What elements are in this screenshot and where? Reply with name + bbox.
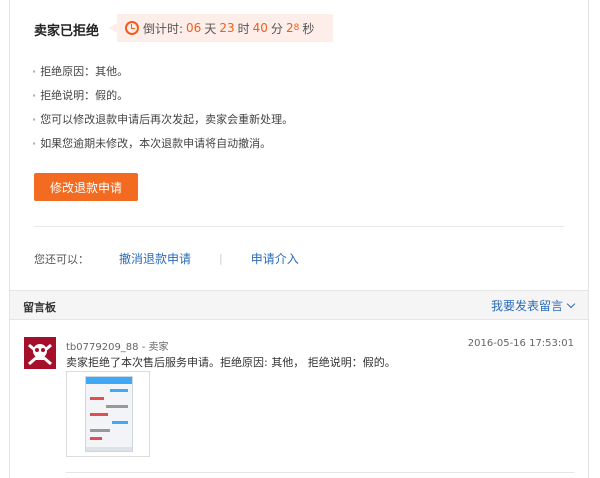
cancel-refund-link[interactable]: 撤消退款申请 bbox=[119, 250, 191, 267]
countdown-days: 06 bbox=[186, 21, 202, 35]
avatar bbox=[24, 337, 56, 369]
clock-icon bbox=[125, 21, 139, 35]
countdown-hour-unit: 时 bbox=[237, 21, 250, 36]
divider bbox=[66, 472, 574, 473]
post-message-link[interactable]: 我要发表留言 bbox=[490, 297, 576, 314]
apply-intervention-link[interactable]: 申请介入 bbox=[251, 250, 299, 267]
message-user: tb0779209_88 - 卖家 bbox=[66, 342, 169, 353]
message-time: 2016-05-16 17:53:01 bbox=[467, 338, 574, 349]
countdown-minute-unit: 分 bbox=[270, 21, 283, 36]
countdown-hours: 23 bbox=[219, 21, 235, 35]
options-label: 您还可以： bbox=[34, 252, 89, 266]
modify-refund-button[interactable]: 修改退款申请 bbox=[34, 173, 138, 201]
list-item: tb0779209_88 - 卖家 2016-05-16 17:53:01 卖家… bbox=[10, 320, 588, 475]
divider bbox=[34, 226, 564, 227]
attachment-thumbnail[interactable] bbox=[66, 371, 150, 457]
countdown-day-unit: 天 bbox=[204, 21, 217, 36]
list-item: 拒绝说明：假的。 bbox=[32, 84, 293, 108]
message-board-title: 留言板 bbox=[23, 301, 56, 314]
options-separator: | bbox=[219, 252, 223, 265]
status-title: 卖家已拒绝 bbox=[34, 24, 100, 39]
countdown-label: 倒计时: bbox=[143, 21, 184, 36]
list-item: 拒绝原因：其他。 bbox=[32, 60, 293, 84]
chevron-down-icon bbox=[566, 299, 576, 308]
list-item: 如果您逾期未修改，本次退款申请将自动撤消。 bbox=[32, 132, 293, 156]
countdown-badge: 倒计时: 06 天 23 时 40 分 2 8 秒 bbox=[109, 14, 333, 42]
countdown-seconds: 2 bbox=[285, 21, 294, 35]
skull-icon bbox=[24, 337, 56, 369]
countdown-second-unit: 秒 bbox=[302, 21, 315, 36]
rejection-info-list: 拒绝原因：其他。 拒绝说明：假的。 您可以修改退款申请后再次发起，卖家会重新处理… bbox=[32, 60, 293, 156]
list-item: 您可以修改退款申请后再次发起，卖家会重新处理。 bbox=[32, 108, 293, 132]
screenshot-image bbox=[85, 376, 133, 452]
options-row: 您还可以： 撤消退款申请 | 申请介入 bbox=[34, 250, 299, 267]
message-text: 卖家拒绝了本次售后服务申请。拒绝原因: 其他， 拒绝说明：假的。 bbox=[66, 356, 396, 369]
message-board-header: 留言板 我要发表留言 bbox=[10, 290, 588, 320]
countdown-minutes: 40 bbox=[252, 21, 268, 35]
refund-status-section: 卖家已拒绝 倒计时: 06 天 23 时 40 分 2 8 秒 拒绝原因：其他。… bbox=[10, 0, 588, 290]
post-message-label: 我要发表留言 bbox=[490, 299, 563, 313]
refund-panel: 卖家已拒绝 倒计时: 06 天 23 时 40 分 2 8 秒 拒绝原因：其他。… bbox=[9, 0, 589, 478]
countdown-seconds-sup: 8 bbox=[293, 23, 300, 33]
